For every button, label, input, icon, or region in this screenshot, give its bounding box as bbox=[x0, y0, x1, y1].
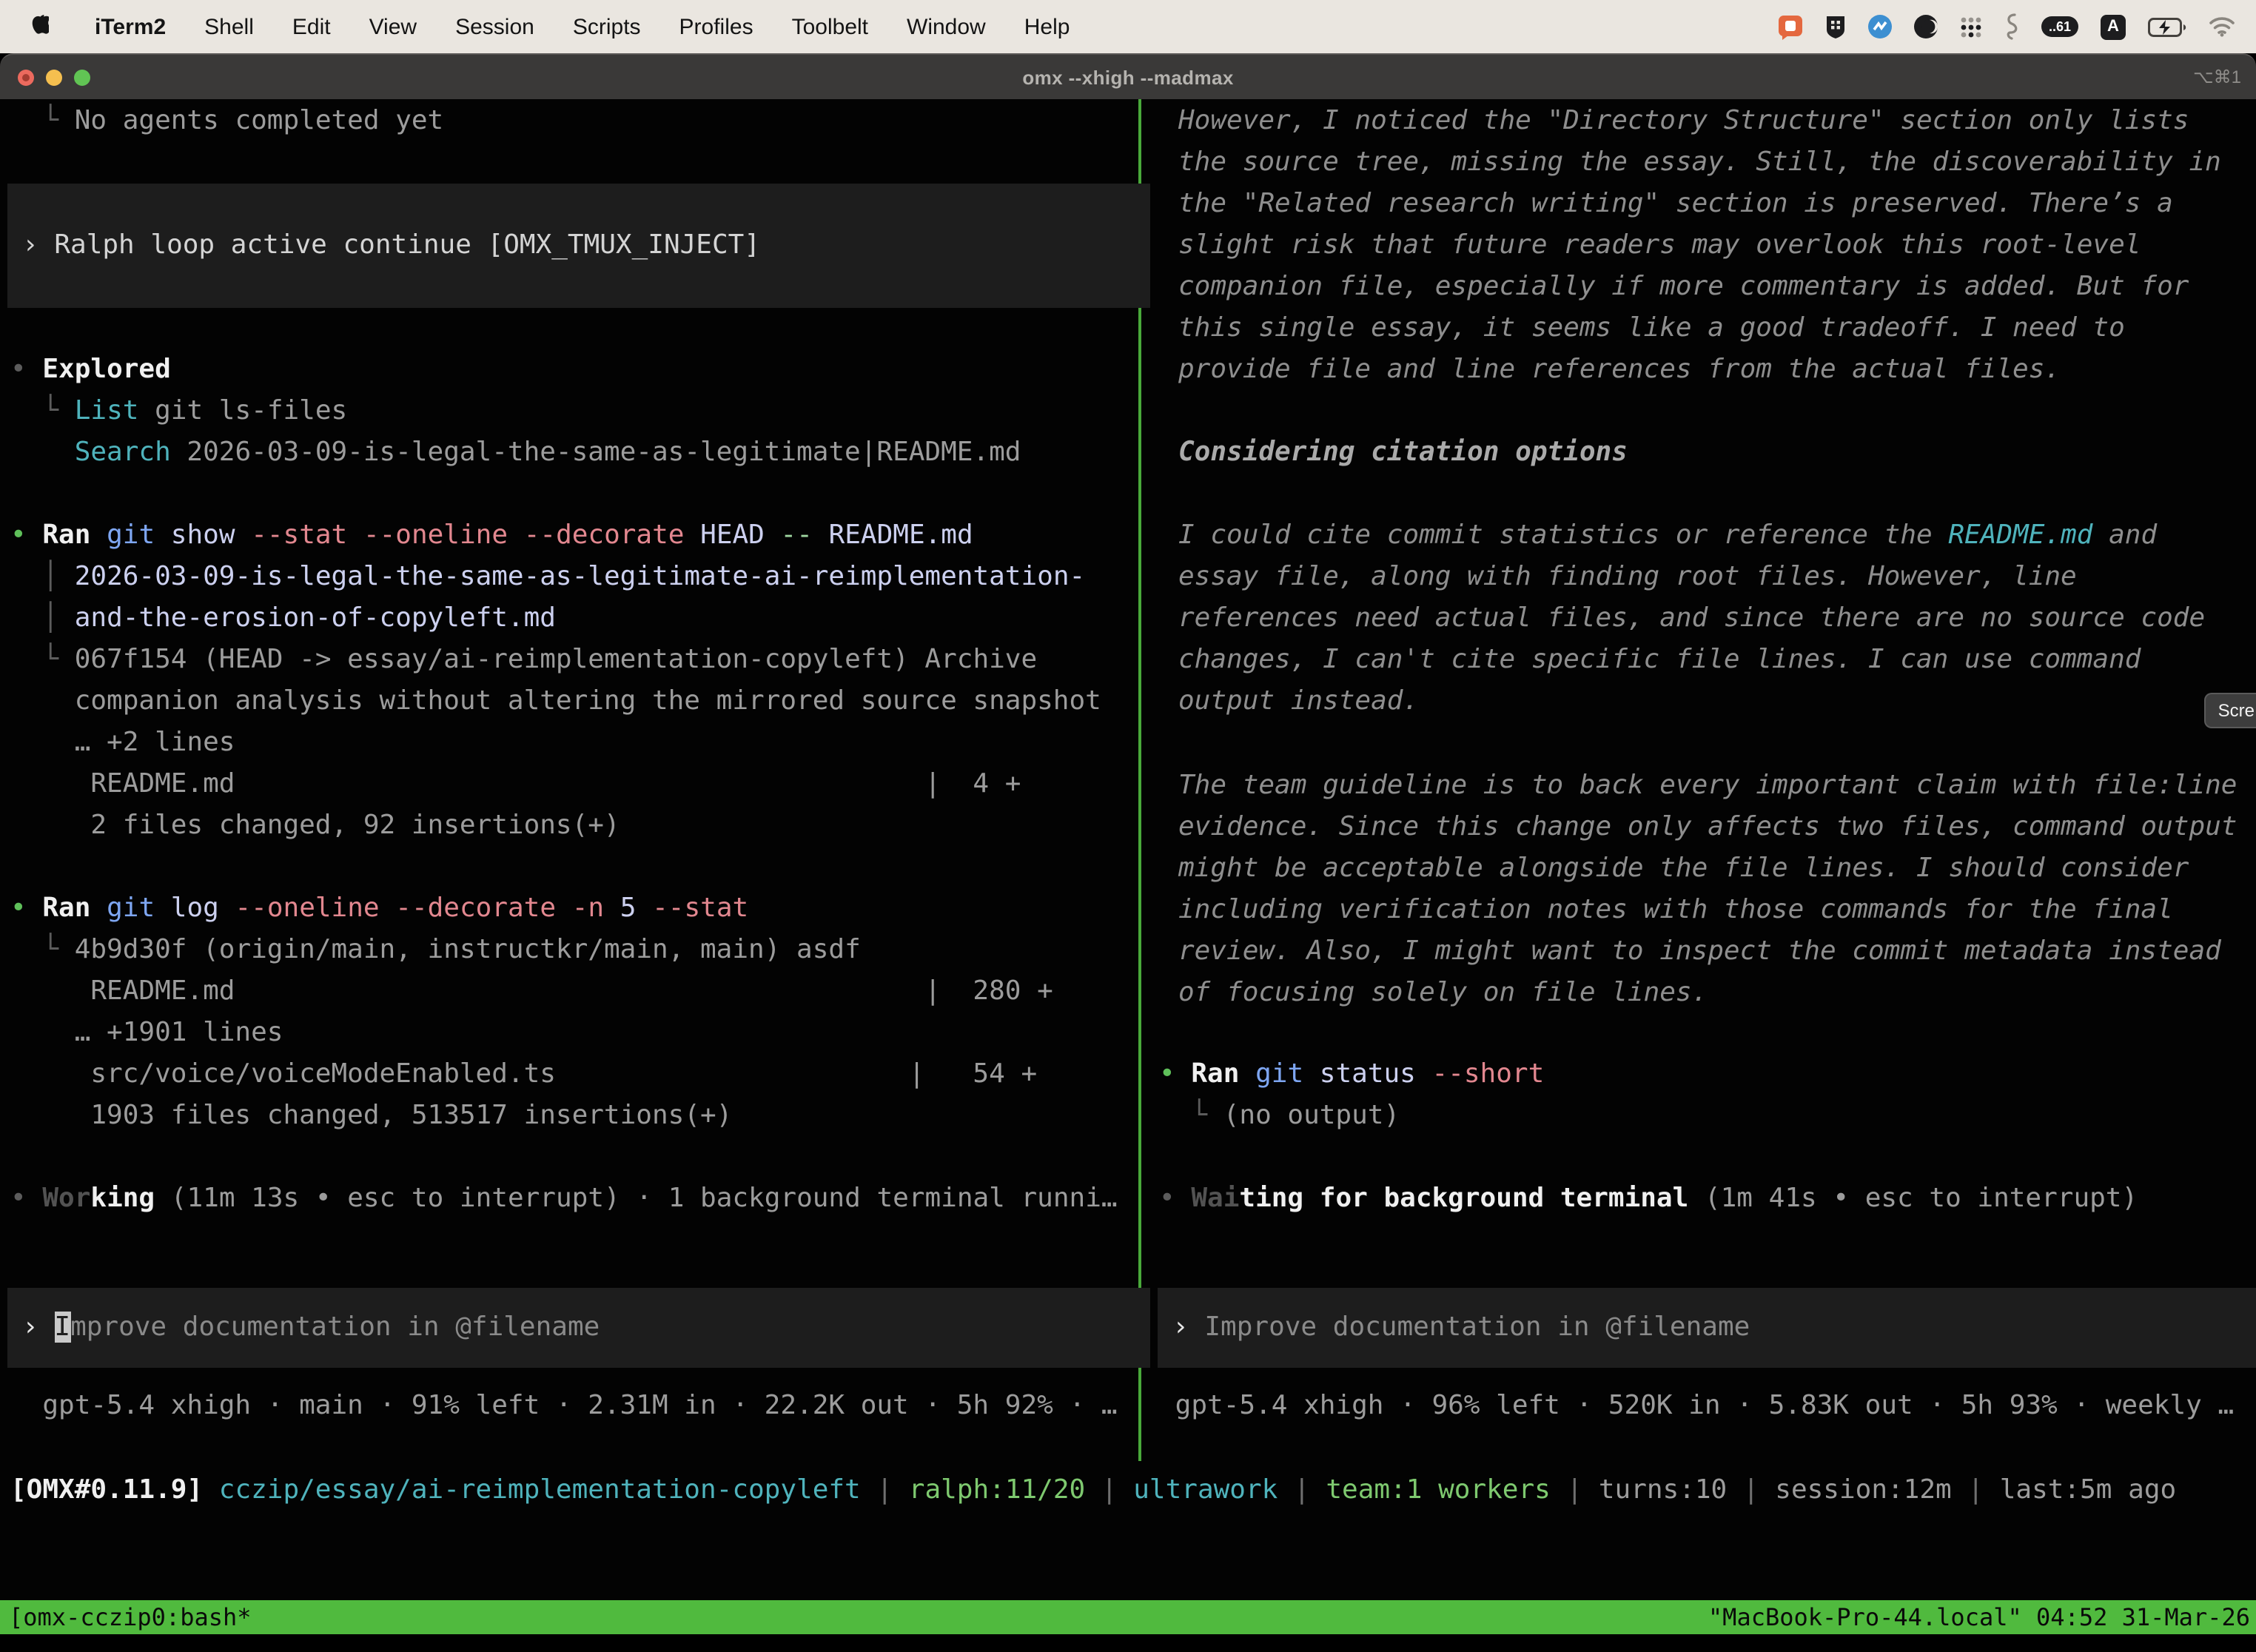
terminal-line: 2 files changed, 92 insertions(+) bbox=[10, 805, 1101, 847]
menu-item-view[interactable]: View bbox=[350, 14, 437, 39]
window-title-bar[interactable]: omx --xhigh --madmax ⌥⌘1 bbox=[0, 53, 2256, 99]
screen: iTerm2 Shell Edit View Session Scripts P… bbox=[0, 0, 2256, 1652]
menu-item-window[interactable]: Window bbox=[887, 14, 1005, 39]
screen-record-icon[interactable] bbox=[1778, 14, 1803, 39]
right-prompt-input[interactable]: › Improve documentation in @filename bbox=[1158, 1288, 2256, 1368]
terminal-line: gpt-5.4 xhigh · main · 91% left · 2.31M … bbox=[10, 1386, 1118, 1427]
terminal-line: │ and-the-erosion-of-copyleft.md bbox=[10, 598, 1101, 639]
omx-session-status-line: [OMX#0.11.9] cczip/essay/ai-reimplementa… bbox=[10, 1470, 2176, 1511]
thinking-heading: Considering citation options bbox=[1178, 432, 1628, 474]
terminal-line: references need actual files, and since … bbox=[1178, 598, 2205, 639]
squiggle-icon[interactable] bbox=[2004, 13, 2019, 40]
ralph-loop-banner: › Ralph loop active continue [OMX_TMUX_I… bbox=[7, 184, 1150, 308]
terminal-line: › Improve documentation in @filename bbox=[1172, 1307, 1750, 1349]
working-status-line: • Working (11m 13s • esc to interrupt) ·… bbox=[10, 1178, 1118, 1220]
terminal-line: including verification notes with those … bbox=[1178, 890, 2237, 931]
terminal-line: • Ran git status --short bbox=[1159, 1054, 1544, 1095]
battery-icon[interactable] bbox=[2148, 17, 2186, 36]
terminal-line: src/voice/voiceModeEnabled.ts | 54 + bbox=[10, 1054, 1053, 1095]
thinking-paragraph-3: The team guideline is to back every impo… bbox=[1178, 765, 2237, 1014]
thinking-paragraph-2: I could cite commit statistics or refere… bbox=[1178, 515, 2205, 722]
terminal-line: review. Also, I might want to inspect th… bbox=[1178, 931, 2237, 973]
terminal-line: this single essay, it seems like a good … bbox=[1178, 308, 2221, 349]
git-log-output: • Ran git log --oneline --decorate -n 5 … bbox=[10, 888, 1053, 1137]
wifi-icon[interactable] bbox=[2209, 16, 2235, 37]
waiting-status-line: • Waiting for background terminal (1m 41… bbox=[1159, 1178, 2138, 1220]
terminal-line: • Ran git log --oneline --decorate -n 5 … bbox=[10, 888, 1053, 930]
terminal-line: … +1901 lines bbox=[10, 1013, 1053, 1054]
terminal-line: └ 067f154 (HEAD -> essay/ai-reimplementa… bbox=[10, 639, 1101, 681]
terminal-line: Considering citation options bbox=[1178, 432, 1628, 474]
terminal-line: └ 4b9d30f (origin/main, instructkr/main,… bbox=[10, 930, 1053, 971]
terminal-line: └ List git ls-files bbox=[10, 391, 1021, 432]
apple-menu-icon[interactable] bbox=[30, 15, 49, 38]
menu-item-toolbelt[interactable]: Toolbelt bbox=[773, 14, 887, 39]
right-model-status-line: gpt-5.4 xhigh · 96% left · 520K in · 5.8… bbox=[1159, 1386, 2234, 1427]
terminal-line: changes, I can't cite specific file line… bbox=[1178, 639, 2205, 681]
menu-bar-status-area: ..61 A bbox=[1778, 13, 2235, 40]
terminal-line: └ (no output) bbox=[1159, 1095, 1544, 1137]
terminal-line: › Improve documentation in @filename bbox=[22, 1307, 600, 1349]
terminal-line: • Waiting for background terminal (1m 41… bbox=[1159, 1178, 2138, 1220]
menu-item-profiles[interactable]: Profiles bbox=[660, 14, 773, 39]
stats-bolt-icon[interactable] bbox=[1868, 15, 1892, 38]
dots-grid-icon[interactable] bbox=[1960, 16, 1982, 38]
tmux-session-window[interactable]: [omx-cczip0:bash* bbox=[9, 1603, 252, 1631]
menu-item-edit[interactable]: Edit bbox=[273, 14, 350, 39]
terminal-line: might be acceptable alongside the file l… bbox=[1178, 848, 2237, 890]
terminal-line: Search 2026-03-09-is-legal-the-same-as-l… bbox=[10, 432, 1021, 474]
shield-grid-icon[interactable] bbox=[1825, 14, 1846, 39]
thinking-paragraph-1: However, I noticed the "Directory Struct… bbox=[1178, 101, 2221, 391]
left-prompt-text: › Improve documentation in @filename bbox=[22, 1307, 600, 1349]
terminal-line: slight risk that future readers may over… bbox=[1178, 225, 2221, 266]
ralph-loop-text: › Ralph loop active continue [OMX_TMUX_I… bbox=[22, 225, 760, 266]
battery-percent-badge[interactable]: ..61 bbox=[2041, 16, 2078, 37]
terminal-line: README.md | 280 + bbox=[10, 971, 1053, 1013]
menu-item-session[interactable]: Session bbox=[436, 14, 554, 39]
terminal-line: › Ralph loop active continue [OMX_TMUX_I… bbox=[22, 225, 760, 266]
explored-output: • Explored └ List git ls-files Search 20… bbox=[10, 349, 1021, 474]
terminal-line: README.md | 4 + bbox=[10, 764, 1101, 805]
terminal-line: … +2 lines bbox=[10, 722, 1101, 764]
git-status-output: • Ran git status --short └ (no output) bbox=[1159, 1054, 1544, 1137]
tmux-status-bar: [omx-cczip0:bash* "MacBook-Pro-44.local"… bbox=[0, 1600, 2256, 1634]
menu-item-help[interactable]: Help bbox=[1005, 14, 1090, 39]
terminal-line: the source tree, missing the essay. Stil… bbox=[1178, 142, 2221, 184]
terminal-line: However, I noticed the "Directory Struct… bbox=[1178, 101, 2221, 142]
crescent-app-icon[interactable] bbox=[1914, 15, 1938, 38]
terminal-line: • Explored bbox=[10, 349, 1021, 391]
left-model-status-line: gpt-5.4 xhigh · main · 91% left · 2.31M … bbox=[10, 1386, 1118, 1427]
terminal-line: The team guideline is to back every impo… bbox=[1178, 765, 2237, 807]
terminal-line: │ 2026-03-09-is-legal-the-same-as-legiti… bbox=[10, 557, 1101, 598]
terminal-line: companion file, especially if more comme… bbox=[1178, 266, 2221, 308]
menu-item-shell[interactable]: Shell bbox=[185, 14, 273, 39]
terminal-line: [OMX#0.11.9] cczip/essay/ai-reimplementa… bbox=[10, 1470, 2176, 1511]
terminal-line: of focusing solely on file lines. bbox=[1178, 973, 2237, 1014]
terminal-line: • Ran git show --stat --oneline --decora… bbox=[10, 515, 1101, 557]
terminal-line: gpt-5.4 xhigh · 96% left · 520K in · 5.8… bbox=[1159, 1386, 2234, 1427]
agents-status-output: └ No agents completed yet bbox=[10, 101, 443, 142]
terminal-line: output instead. bbox=[1178, 681, 2205, 722]
terminal-line: companion analysis without altering the … bbox=[10, 681, 1101, 722]
right-prompt-text: › Improve documentation in @filename bbox=[1172, 1307, 1750, 1349]
keyboard-layout-icon[interactable]: A bbox=[2101, 14, 2126, 39]
terminal-line: └ No agents completed yet bbox=[10, 101, 443, 142]
terminal-line: the "Related research writing" section i… bbox=[1178, 184, 2221, 225]
git-show-output: • Ran git show --stat --oneline --decora… bbox=[10, 515, 1101, 847]
tmux-host-clock: "MacBook-Pro-44.local" 04:52 31-Mar-26 bbox=[1708, 1603, 2250, 1631]
terminal-line: 1903 files changed, 513517 insertions(+) bbox=[10, 1095, 1053, 1137]
left-prompt-input[interactable]: › Improve documentation in @filename bbox=[7, 1288, 1150, 1368]
screen-notification-popup[interactable]: Scre bbox=[2205, 693, 2256, 728]
window-shortcut-badge: ⌥⌘1 bbox=[2193, 67, 2241, 87]
terminal-line: essay file, along with finding root file… bbox=[1178, 557, 2205, 598]
menu-item-scripts[interactable]: Scripts bbox=[554, 14, 660, 39]
terminal-line: provide file and line references from th… bbox=[1178, 349, 2221, 391]
terminal-line: I could cite commit statistics or refere… bbox=[1178, 515, 2205, 557]
menu-item-iterm2[interactable]: iTerm2 bbox=[75, 14, 185, 39]
menu-bar: iTerm2 Shell Edit View Session Scripts P… bbox=[0, 0, 2256, 53]
terminal-line: • Working (11m 13s • esc to interrupt) ·… bbox=[10, 1178, 1118, 1220]
window-title: omx --xhigh --madmax bbox=[0, 66, 2256, 88]
terminal-line: evidence. Since this change only affects… bbox=[1178, 807, 2237, 848]
